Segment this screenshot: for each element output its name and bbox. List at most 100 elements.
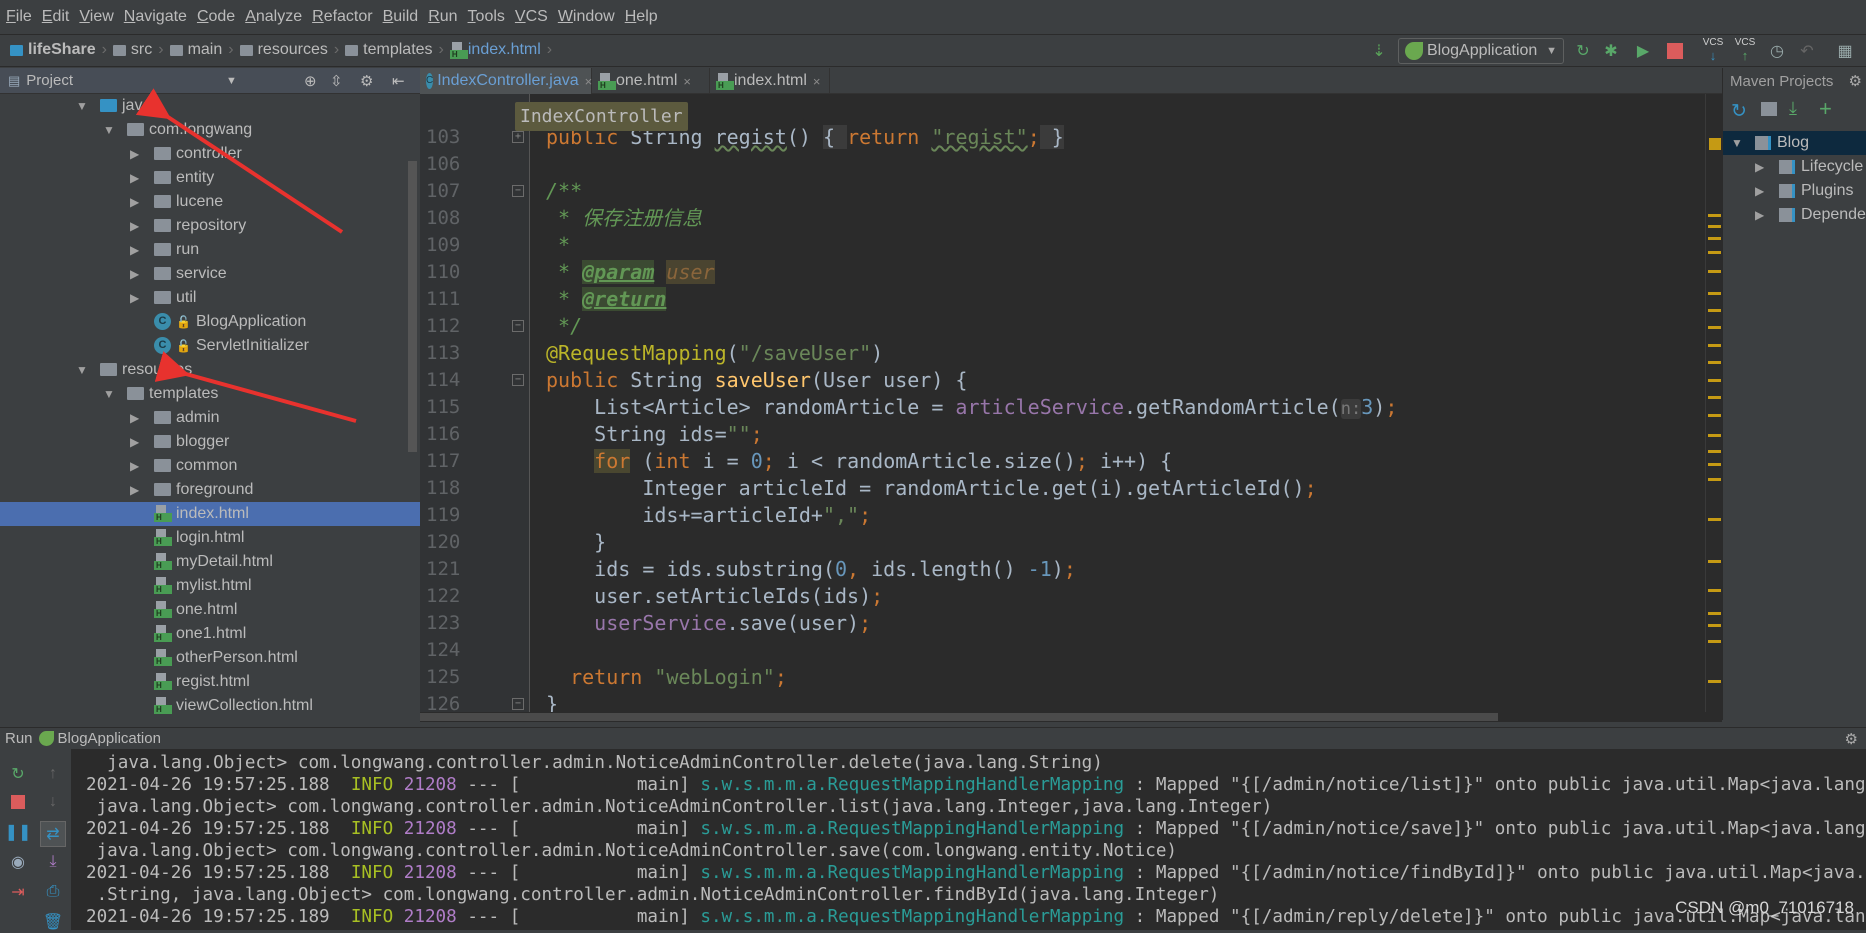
tree-item[interactable]: ▶ lucene — [0, 190, 408, 214]
tree-item[interactable]: ▼ com.longwang — [0, 118, 408, 142]
stripe-mark[interactable] — [1708, 640, 1721, 643]
collapsed-arrow-icon[interactable]: ▶ — [1755, 203, 1764, 227]
tree-item[interactable]: myDetail.html — [0, 550, 408, 574]
vcs-update-icon[interactable]: VCS ↓ — [1699, 37, 1727, 65]
stripe-mark[interactable] — [1708, 612, 1721, 615]
collapsed-arrow-icon[interactable]: ▶ — [130, 214, 139, 238]
collapsed-arrow-icon[interactable]: ▶ — [130, 406, 139, 430]
breadcrumb-item[interactable]: templates — [363, 41, 432, 59]
collapse-all-icon[interactable]: ⇳ — [330, 72, 343, 90]
collapsed-arrow-icon[interactable]: ▶ — [130, 142, 139, 166]
stripe-mark[interactable] — [1708, 326, 1721, 329]
stripe-mark[interactable] — [1708, 270, 1721, 273]
stripe-mark[interactable] — [1708, 624, 1721, 627]
download-icon[interactable]: ⤓ — [1789, 98, 1797, 119]
tree-item[interactable]: regist.html — [0, 670, 408, 694]
expanded-arrow-icon[interactable]: ▼ — [1731, 131, 1743, 155]
tree-item[interactable]: ▶ common — [0, 454, 408, 478]
menu-refactor[interactable]: Refactor — [312, 8, 372, 26]
tree-item[interactable]: ▶ entity — [0, 166, 408, 190]
stripe-mark[interactable] — [1708, 478, 1721, 481]
tree-item[interactable]: viewCollection.html — [0, 694, 408, 718]
reimport-icon[interactable]: ↻ — [1731, 100, 1747, 123]
stripe-mark[interactable] — [1708, 680, 1721, 683]
stripe-mark[interactable] — [1708, 225, 1721, 228]
stripe-mark[interactable] — [1708, 434, 1721, 437]
menu-run[interactable]: Run — [428, 8, 457, 26]
collapsed-arrow-icon[interactable]: ▶ — [130, 454, 139, 478]
breadcrumb-item[interactable]: main — [188, 41, 223, 59]
revert-icon[interactable]: ↶ — [1796, 40, 1818, 62]
rerun-icon[interactable]: ↻ — [1572, 40, 1594, 62]
menu-view[interactable]: View — [79, 8, 113, 26]
down-icon[interactable]: ↓ — [42, 791, 64, 813]
breadcrumb-item[interactable]: index.html — [468, 41, 541, 59]
stripe-mark[interactable] — [1708, 414, 1721, 417]
collapsed-arrow-icon[interactable]: ▶ — [130, 166, 139, 190]
tab-one-html[interactable]: one.html × — [592, 68, 710, 94]
tree-item[interactable]: ▶ foreground — [0, 478, 408, 502]
menu-navigate[interactable]: Navigate — [124, 8, 187, 26]
menu-window[interactable]: Window — [558, 8, 615, 26]
breadcrumb-item[interactable]: lifeShare — [28, 41, 96, 59]
collapsed-arrow-icon[interactable]: ▶ — [130, 262, 139, 286]
stop-icon[interactable] — [7, 791, 29, 813]
rerun-icon[interactable]: ↻ — [7, 763, 29, 785]
breadcrumb-item[interactable]: src — [131, 41, 152, 59]
tab-indexcontroller-java[interactable]: C IndexController.java × — [420, 68, 592, 94]
collapsed-arrow-icon[interactable]: ▶ — [130, 430, 139, 454]
stripe-mark[interactable] — [1708, 379, 1721, 382]
stripe-mark[interactable] — [1708, 251, 1721, 254]
collapsed-arrow-icon[interactable]: ▶ — [130, 190, 139, 214]
maven-tree-item[interactable]: ▶ Plugins — [1723, 179, 1866, 203]
menu-vcs[interactable]: VCS — [515, 8, 548, 26]
stripe-mark[interactable] — [1708, 309, 1721, 312]
code-editor[interactable]: 103 + public String regist() { return "reg… — [420, 94, 1705, 712]
tab-index-html[interactable]: index.html × — [710, 68, 830, 94]
project-scrollbar[interactable] — [408, 161, 417, 452]
soft-wrap-icon[interactable]: ⇄ — [40, 821, 66, 847]
run-config-tab[interactable]: BlogApplication — [58, 730, 161, 747]
maven-tree-item[interactable]: ▶ Lifecycle — [1723, 155, 1866, 179]
collapsed-arrow-icon[interactable]: ▶ — [130, 478, 139, 502]
coverage-icon[interactable]: ▶ — [1632, 40, 1654, 62]
stop-icon[interactable] — [1664, 40, 1686, 62]
editor-horizontal-scrollbar[interactable] — [420, 712, 1722, 722]
collapse-fold-icon[interactable]: − — [512, 698, 524, 710]
menu-analyze[interactable]: Analyze — [245, 8, 302, 26]
scrollbar-thumb[interactable] — [420, 713, 1498, 721]
menu-edit[interactable]: Edit — [42, 8, 70, 26]
stripe-mark[interactable] — [1708, 589, 1721, 592]
tree-item[interactable]: otherPerson.html — [0, 646, 408, 670]
tree-item[interactable]: one1.html — [0, 622, 408, 646]
project-panel-title[interactable]: Project — [26, 72, 73, 89]
error-stripe[interactable] — [1705, 94, 1722, 712]
project-structure-icon[interactable]: ▦ — [1834, 40, 1856, 62]
run-configuration-select[interactable]: BlogApplication ▼ — [1398, 38, 1564, 64]
menu-build[interactable]: Build — [383, 8, 419, 26]
stripe-mark[interactable] — [1708, 450, 1721, 453]
expand-fold-icon[interactable]: + — [512, 131, 524, 143]
view-dropdown-icon[interactable]: ▼ — [226, 75, 237, 87]
collapse-fold-icon[interactable]: − — [512, 374, 524, 386]
pause-icon[interactable]: ❚❚ — [5, 821, 32, 843]
generate-sources-icon[interactable] — [1761, 102, 1777, 116]
structure-breadcrumb[interactable]: IndexController — [515, 102, 688, 131]
console-output[interactable]: java.lang.Object> com.longwang.controlle… — [72, 749, 1866, 930]
stripe-mark[interactable] — [1708, 463, 1721, 466]
tree-item[interactable]: C 🔓 BlogApplication — [0, 310, 408, 334]
tree-item[interactable]: ▼ java — [0, 94, 408, 118]
collapse-fold-icon[interactable]: − — [512, 320, 524, 332]
gear-icon[interactable]: ⚙ — [360, 72, 373, 90]
up-icon[interactable]: ↑ — [42, 763, 64, 785]
hide-panel-icon[interactable]: ⇤ — [392, 72, 405, 90]
tree-item[interactable]: ▼ templates — [0, 382, 408, 406]
stripe-mark[interactable] — [1708, 518, 1721, 521]
expanded-arrow-icon[interactable]: ▼ — [103, 382, 115, 406]
stripe-mark[interactable] — [1708, 292, 1721, 295]
stripe-mark[interactable] — [1708, 237, 1721, 240]
tree-item[interactable]: ▼ resources — [0, 358, 408, 382]
locate-icon[interactable]: ⊕ — [304, 72, 317, 90]
stripe-mark[interactable] — [1708, 344, 1721, 347]
exit-icon[interactable]: ⇥ — [7, 881, 29, 903]
